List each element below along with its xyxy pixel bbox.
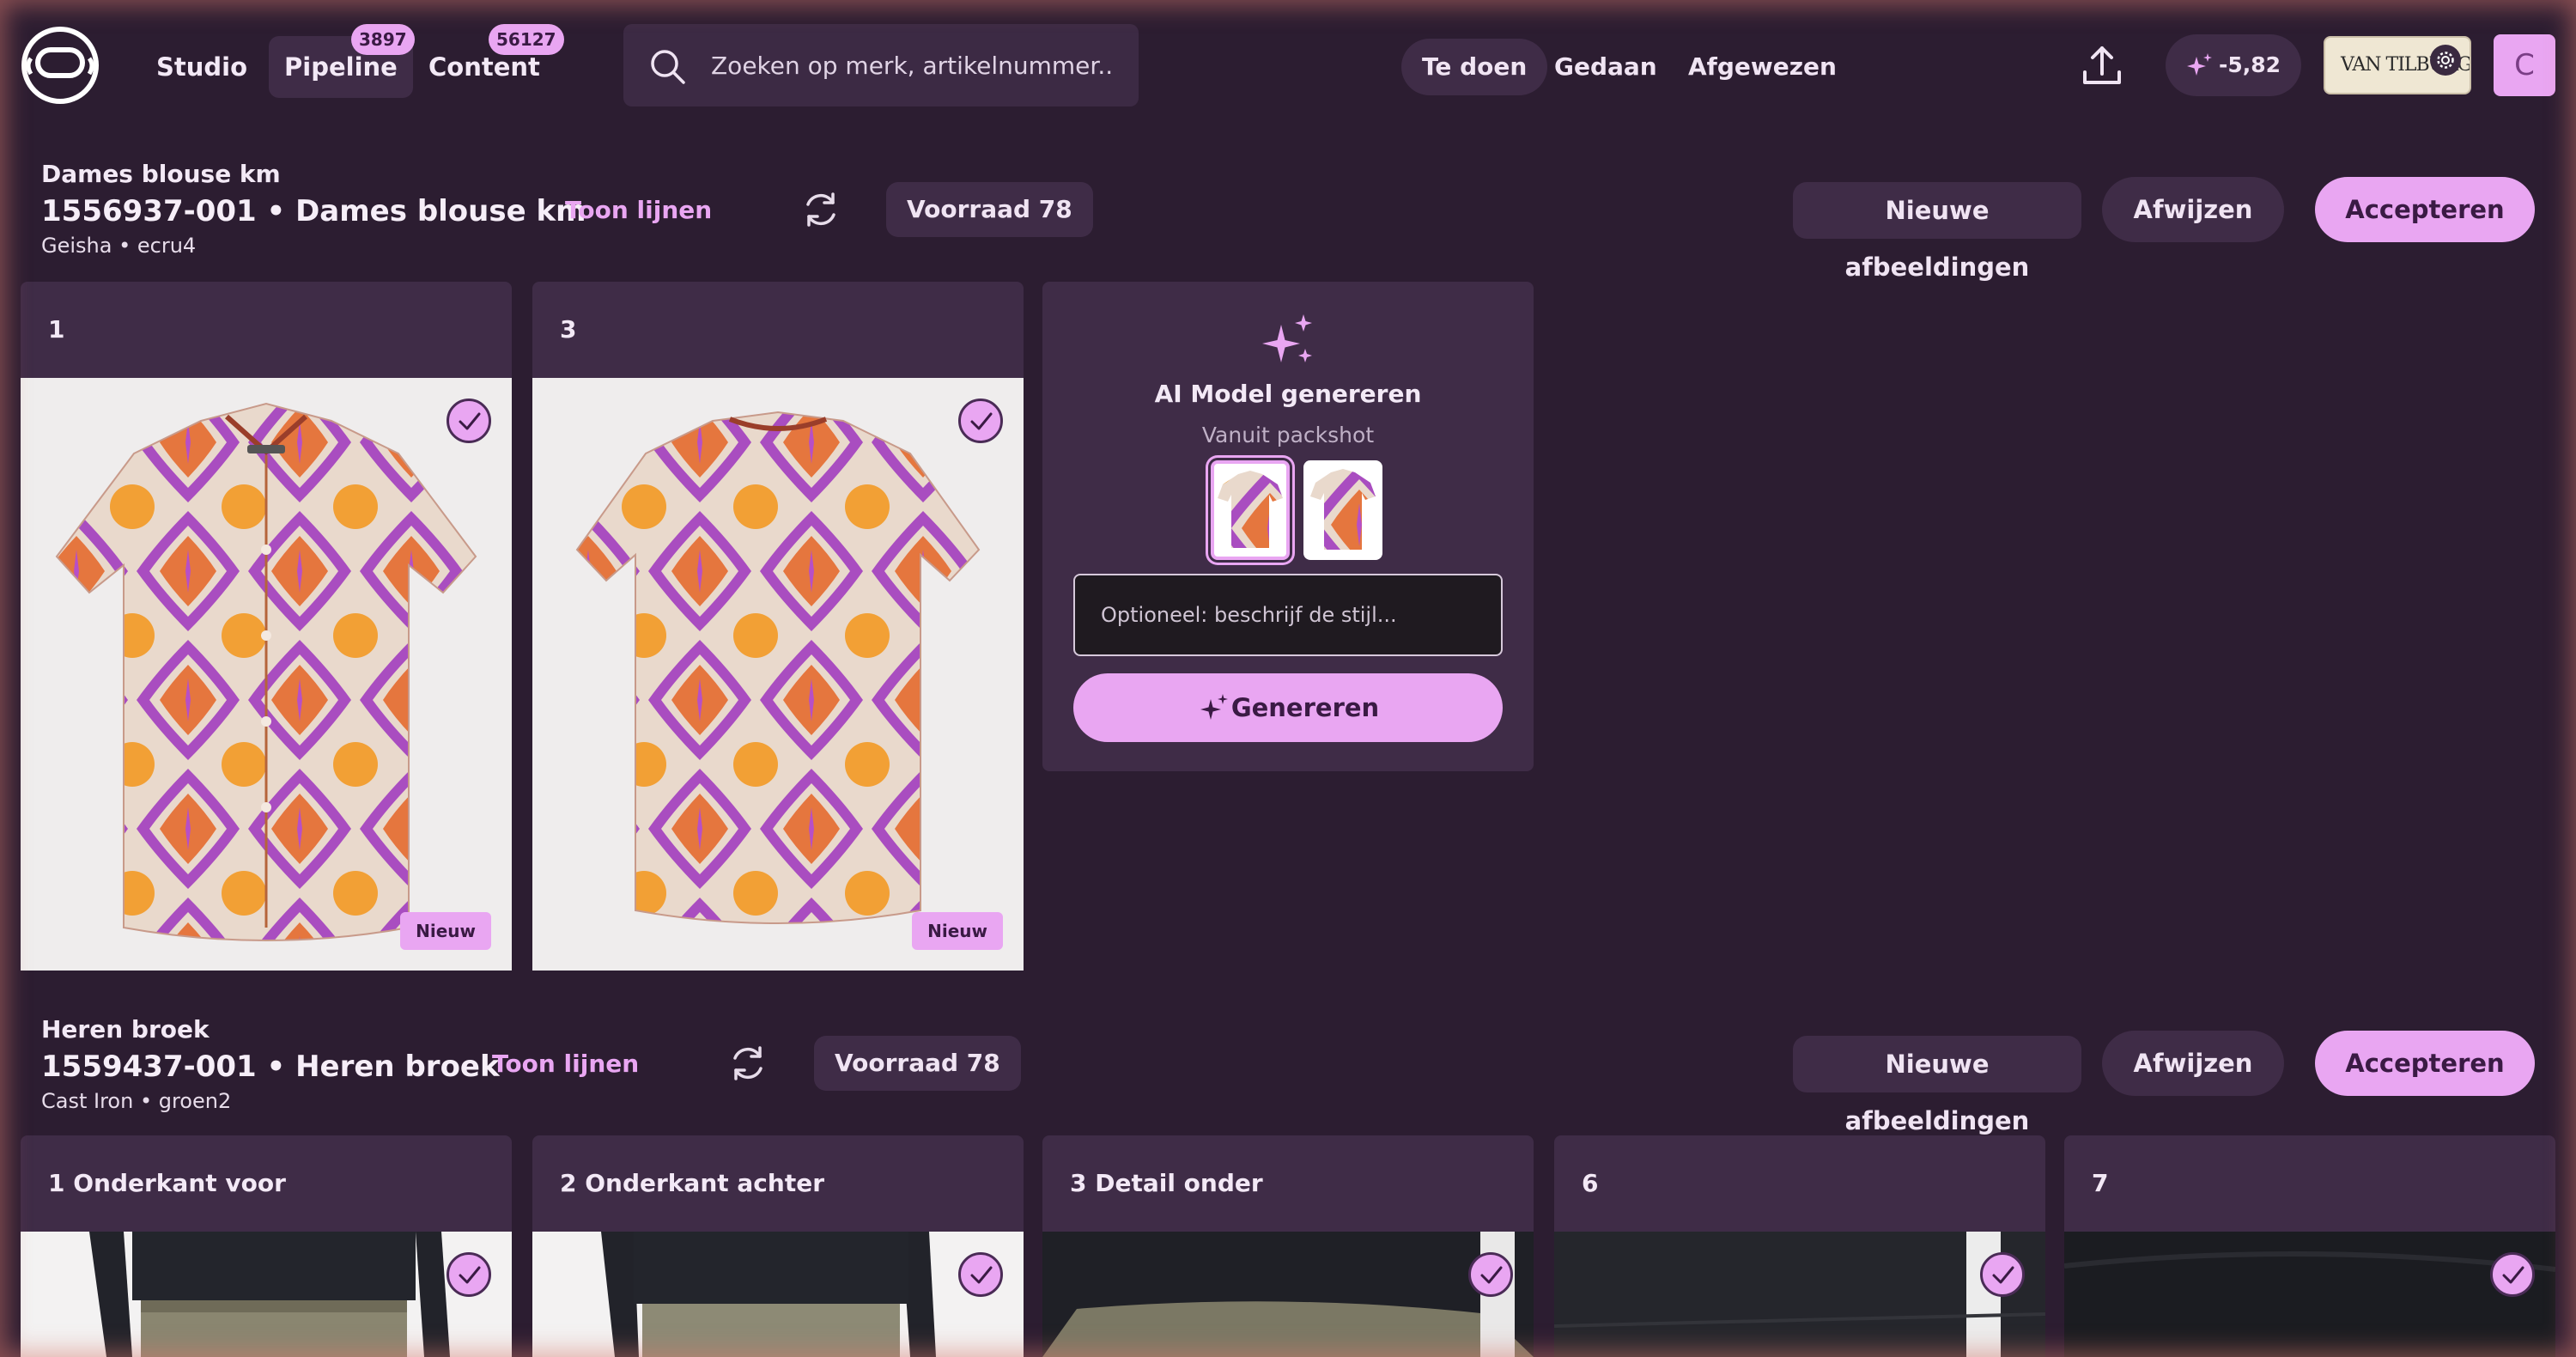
reject-button[interactable]: Afwijzen xyxy=(2102,1031,2284,1096)
accept-button[interactable]: Accepteren xyxy=(2315,1031,2535,1096)
new-badge: Nieuw xyxy=(400,912,491,950)
packshot-thumb-image xyxy=(1310,469,1376,550)
image-card-label: 7 xyxy=(2092,1169,2109,1197)
product-image[interactable]: Nieuw xyxy=(21,378,512,971)
refresh-icon[interactable] xyxy=(799,187,843,232)
stock-badge: Voorraad 78 xyxy=(814,1036,1021,1091)
search-icon xyxy=(651,50,685,84)
check-icon xyxy=(2502,1266,2524,1284)
ai-model-panel: AI Model genereren Vanuit packshot Gener… xyxy=(1042,282,1534,771)
product-image[interactable] xyxy=(1042,1232,1534,1357)
new-images-button[interactable]: Nieuwe afbeeldingen xyxy=(1793,1036,2081,1135)
user-avatar[interactable]: C xyxy=(2494,34,2555,96)
packshot-thumbnail-selected[interactable] xyxy=(1211,460,1290,560)
product-image[interactable] xyxy=(2064,1232,2555,1357)
nav-content-label: Content xyxy=(428,52,540,82)
search-input[interactable] xyxy=(711,24,1123,106)
product-image[interactable] xyxy=(1554,1232,2045,1357)
upload-icon[interactable] xyxy=(2076,40,2128,91)
selected-check[interactable] xyxy=(2490,1252,2535,1297)
product-image[interactable] xyxy=(532,1232,1024,1357)
product-image[interactable] xyxy=(21,1232,512,1357)
content-count-badge: 56127 xyxy=(489,24,564,55)
style-description-input[interactable] xyxy=(1073,574,1503,656)
image-card[interactable]: 7 xyxy=(2064,1135,2555,1357)
sparkle-icon xyxy=(2187,53,2212,76)
article-subtitle: Geisha • ecru4 xyxy=(41,234,197,258)
sparkles-icon xyxy=(1262,314,1312,362)
blouse-back-image xyxy=(575,411,981,924)
stock-badge: Voorraad 78 xyxy=(886,182,1093,237)
packshot-thumbnail[interactable] xyxy=(1303,460,1382,560)
blouse-front-image xyxy=(55,402,477,941)
image-card[interactable]: 1 Nieuw xyxy=(21,282,512,971)
brand-selector[interactable]: VAN TILBURG xyxy=(2324,36,2471,94)
image-card-label: 1 xyxy=(48,315,65,344)
ai-panel-title: AI Model genereren xyxy=(1154,380,1422,408)
selected-check[interactable] xyxy=(1468,1252,1513,1297)
product-image[interactable]: Nieuw xyxy=(532,378,1024,971)
image-card-label: 3 Detail onder xyxy=(1070,1169,1263,1197)
show-lines-link[interactable]: Toon lijnen xyxy=(492,1050,639,1078)
article-title: 1556937-001 • Dames blouse km xyxy=(41,194,586,228)
image-card[interactable]: 3 Nieuw xyxy=(532,282,1024,971)
selected-check[interactable] xyxy=(447,1252,491,1297)
astronaut-logo-icon[interactable] xyxy=(19,24,101,106)
generate-button[interactable]: Genereren xyxy=(1073,673,1503,742)
image-card[interactable]: 3 Detail onder xyxy=(1042,1135,1534,1357)
top-bar: Studio Pipeline 3897 Content 56127 Te do… xyxy=(0,0,2576,131)
image-card[interactable]: 2 Onderkant achter xyxy=(532,1135,1024,1357)
packshot-thumb-image xyxy=(1218,471,1283,548)
check-icon xyxy=(970,412,993,430)
trousers-fabric-image xyxy=(2064,1232,2555,1357)
generate-button-label: Genereren xyxy=(1230,693,1380,722)
trousers-back-image xyxy=(601,1232,936,1357)
image-card-label: 2 Onderkant achter xyxy=(560,1169,824,1197)
trousers-front-image xyxy=(89,1232,450,1357)
ai-panel-subtitle: Vanuit packshot xyxy=(1201,423,1375,447)
article-subtitle: Cast Iron • groen2 xyxy=(41,1089,232,1113)
new-badge: Nieuw xyxy=(912,912,1003,950)
nav-pipeline-label: Pipeline xyxy=(284,52,398,82)
trousers-detail-image xyxy=(1042,1232,1534,1357)
filter-tab-rejected[interactable]: Afgewezen xyxy=(1668,39,1857,95)
nav-content[interactable]: Content 56127 xyxy=(413,24,564,98)
trousers-detail-image xyxy=(1554,1232,2045,1357)
accept-button[interactable]: Accepteren xyxy=(2315,177,2535,242)
check-icon xyxy=(459,412,481,430)
reject-button[interactable]: Afwijzen xyxy=(2102,177,2284,242)
search-box[interactable] xyxy=(623,24,1139,106)
selected-check[interactable] xyxy=(1980,1252,2025,1297)
sparkle-icon xyxy=(1200,694,1228,720)
new-images-button[interactable]: Nieuwe afbeeldingen xyxy=(1793,182,2081,282)
nav-pipeline[interactable]: Pipeline 3897 xyxy=(269,24,415,98)
image-card-label: 3 xyxy=(560,315,577,344)
image-card[interactable]: 6 xyxy=(1554,1135,2045,1357)
check-icon xyxy=(1480,1266,1503,1284)
credits-value: -5,82 xyxy=(2219,52,2281,77)
filter-tab-done[interactable]: Gedaan xyxy=(1534,39,1678,95)
article-category: Dames blouse km xyxy=(41,160,281,188)
credits-badge[interactable]: -5,82 xyxy=(2166,34,2301,96)
gear-icon xyxy=(2437,52,2454,69)
article-title: 1559437-001 • Heren broek xyxy=(41,1050,500,1084)
filter-tab-todo[interactable]: Te doen xyxy=(1401,39,1548,95)
show-lines-link[interactable]: Toon lijnen xyxy=(565,196,712,224)
article-category: Heren broek xyxy=(41,1015,210,1044)
selected-check[interactable] xyxy=(447,399,491,443)
pipeline-count-badge: 3897 xyxy=(351,24,415,55)
check-icon xyxy=(459,1266,481,1284)
image-card[interactable]: 1 Onderkant voor xyxy=(21,1135,512,1357)
check-icon xyxy=(970,1266,993,1284)
selected-check[interactable] xyxy=(958,1252,1003,1297)
refresh-icon[interactable] xyxy=(726,1041,770,1086)
check-icon xyxy=(1992,1266,2014,1284)
image-card-label: 1 Onderkant voor xyxy=(48,1169,286,1197)
nav-studio[interactable]: Studio xyxy=(141,36,263,98)
selected-check[interactable] xyxy=(958,399,1003,443)
brand-settings-button[interactable] xyxy=(2430,45,2461,76)
image-card-label: 6 xyxy=(1582,1169,1599,1197)
